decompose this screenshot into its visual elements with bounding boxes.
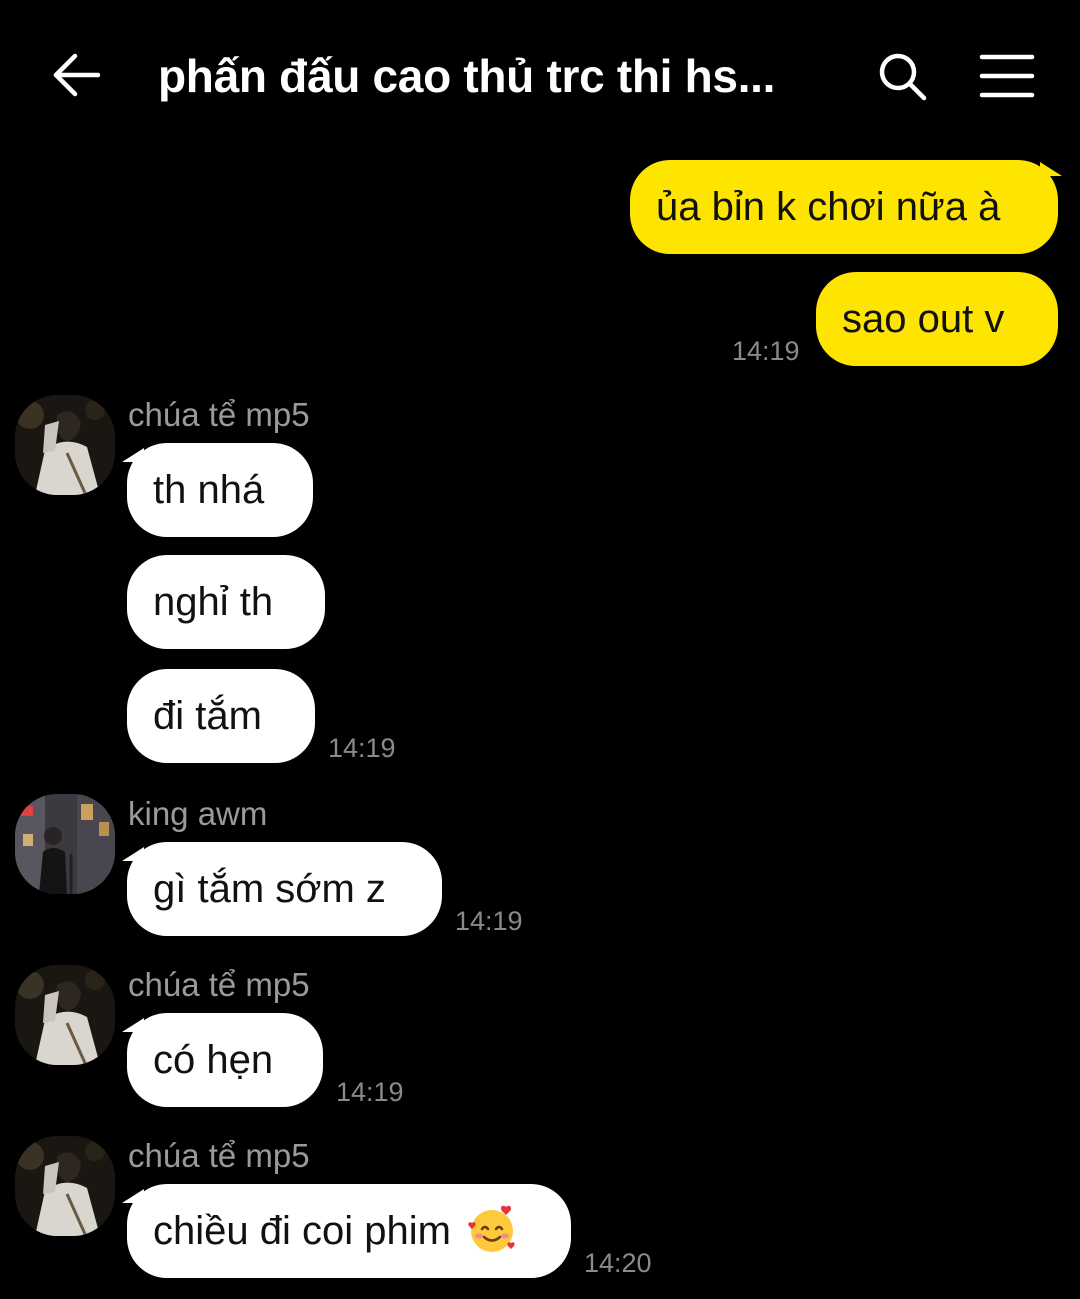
incoming-message[interactable]: nghỉ th (127, 555, 325, 649)
chat-header: phấn đấu cao thủ trc thi hs... (0, 0, 1080, 150)
message-text: th nhá (153, 468, 265, 512)
message-timestamp: 14:20 (584, 1248, 652, 1278)
avatar-photo-icon (15, 395, 115, 495)
message-text: ủa bỉn k chơi nữa à (656, 185, 1001, 229)
avatar-photo-icon (15, 794, 115, 894)
avatar-photo-icon (15, 1136, 115, 1236)
sender-name: chúa tể mp5 (128, 1137, 310, 1174)
outgoing-message[interactable]: ủa bỉn k chơi nữa à (630, 160, 1058, 254)
message-text: chiều đi coi phim (153, 1209, 451, 1253)
message-text: có hẹn (153, 1038, 274, 1082)
message-timestamp: 14:19 (732, 336, 800, 366)
incoming-message[interactable]: đi tắm (127, 669, 315, 763)
hamburger-menu-icon (979, 54, 1035, 98)
avatar[interactable] (15, 794, 115, 894)
avatar[interactable] (15, 395, 115, 495)
incoming-message[interactable]: gì tắm sớm z (127, 842, 442, 936)
incoming-message[interactable]: th nhá (127, 443, 313, 537)
message-timestamp: 14:19 (336, 1077, 404, 1107)
smiling-face-with-hearts-icon (468, 1206, 515, 1253)
incoming-message[interactable]: chiều đi coi phim (127, 1184, 571, 1278)
message-timestamp: 14:19 (328, 733, 396, 763)
avatar[interactable] (15, 1136, 115, 1236)
menu-button[interactable] (976, 48, 1038, 104)
avatar-photo-icon (15, 965, 115, 1065)
back-button[interactable] (48, 46, 106, 104)
arrow-left-icon (53, 53, 101, 97)
search-icon (879, 53, 927, 101)
message-text: gì tắm sớm z (153, 867, 386, 911)
sender-name: chúa tể mp5 (128, 396, 310, 433)
message-text: đi tắm (153, 694, 262, 738)
sender-name: chúa tể mp5 (128, 966, 310, 1003)
message-timestamp: 14:19 (455, 906, 523, 936)
message-text: nghỉ th (153, 580, 274, 624)
avatar[interactable] (15, 965, 115, 1065)
sender-name: king awm (128, 795, 268, 832)
chat-title: phấn đấu cao thủ trc thi hs... (158, 50, 776, 102)
incoming-message[interactable]: có hẹn (127, 1013, 323, 1107)
outgoing-message[interactable]: sao out v (816, 272, 1058, 366)
search-button[interactable] (874, 48, 930, 104)
message-text: sao out v (842, 297, 1005, 341)
